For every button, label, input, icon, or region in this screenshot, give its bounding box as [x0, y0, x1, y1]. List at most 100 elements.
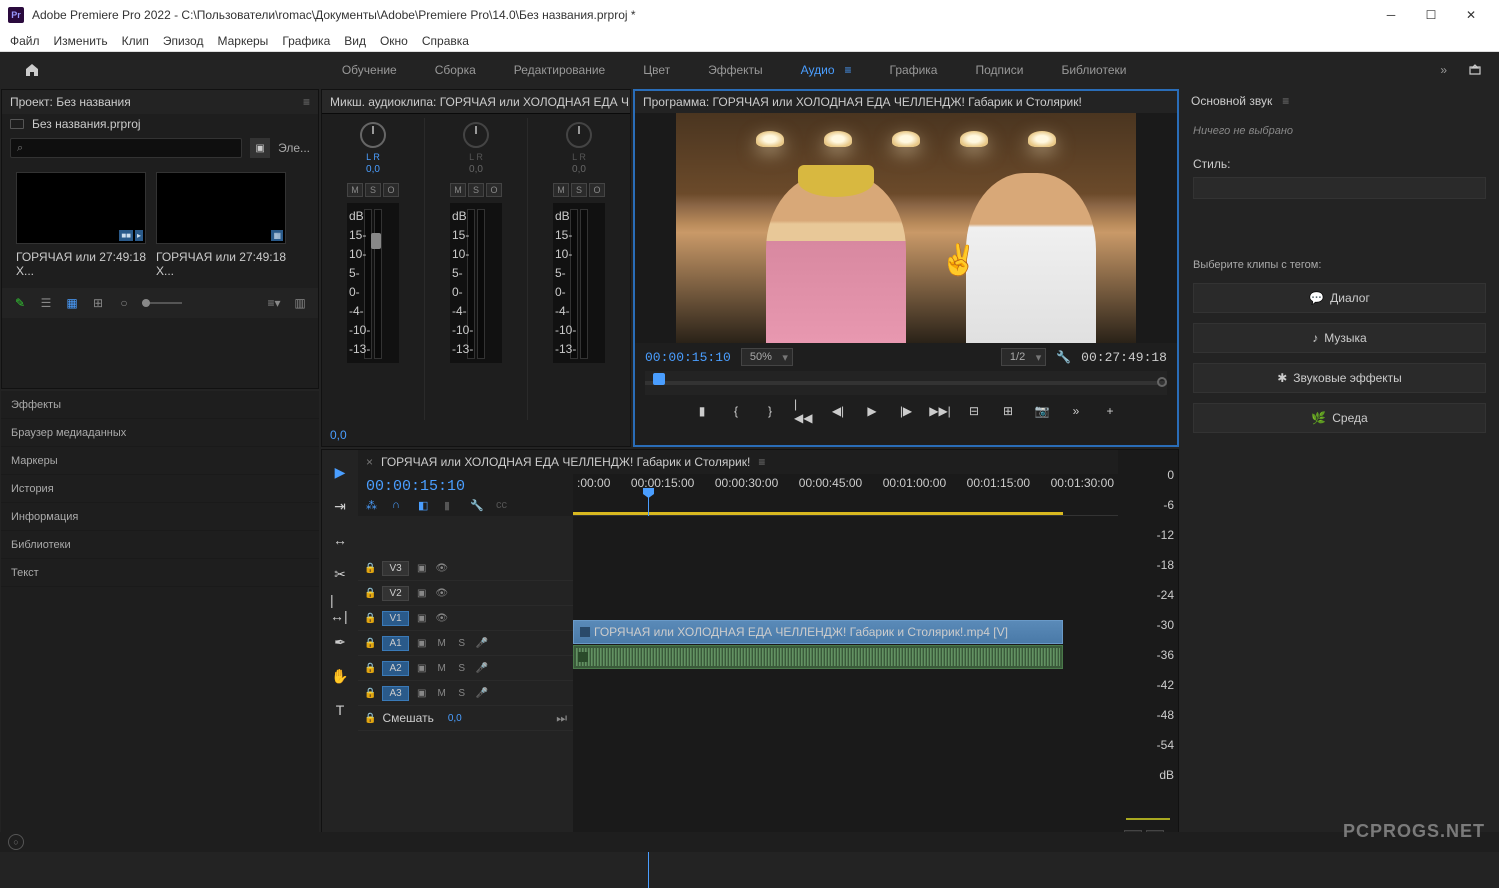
- track-a3[interactable]: 🔒A3▣MS🎤: [358, 681, 573, 706]
- marker-button[interactable]: ▮: [692, 401, 712, 421]
- search-input[interactable]: [10, 138, 242, 158]
- overflow-button[interactable]: »: [1066, 401, 1086, 421]
- video-clip[interactable]: ГОРЯЧАЯ или ХОЛОДНАЯ ЕДА ЧЕЛЛЕНДЖ! Габар…: [573, 620, 1063, 644]
- workspace-assembly[interactable]: Сборка: [435, 63, 476, 77]
- mute-button[interactable]: M: [450, 183, 466, 197]
- record-button[interactable]: O: [383, 183, 399, 197]
- play-button[interactable]: ▶: [862, 401, 882, 421]
- minimize-button[interactable]: ─: [1371, 0, 1411, 30]
- eye-icon[interactable]: 👁: [435, 613, 449, 624]
- extract-button[interactable]: ⊞: [998, 401, 1018, 421]
- track-v3[interactable]: 🔒V3▣👁: [358, 556, 573, 581]
- step-back-button[interactable]: ◀|: [828, 401, 848, 421]
- marker-icon[interactable]: ◧: [418, 499, 434, 515]
- pan-knob[interactable]: [360, 122, 386, 148]
- lock-icon[interactable]: 🔒: [364, 563, 376, 574]
- track-a2[interactable]: 🔒A2▣MS🎤: [358, 656, 573, 681]
- zoom-select[interactable]: 50%: [741, 348, 793, 366]
- timeline-ruler[interactable]: :00:00 00:00:15:00 00:00:30:00 00:00:45:…: [573, 474, 1118, 516]
- mute-icon[interactable]: M: [435, 688, 449, 699]
- volume-fader[interactable]: [371, 233, 381, 249]
- toggle-icon[interactable]: ▣: [415, 688, 429, 699]
- toggle-icon[interactable]: ▣: [415, 638, 429, 649]
- program-scrubber[interactable]: [645, 371, 1167, 395]
- toggle-icon[interactable]: ▣: [415, 563, 429, 574]
- lock-icon[interactable]: 🔒: [364, 588, 376, 599]
- voice-icon[interactable]: 🎤: [475, 688, 489, 699]
- toggle-icon[interactable]: ▣: [415, 663, 429, 674]
- toggle-icon[interactable]: ▣: [415, 613, 429, 624]
- voice-icon[interactable]: 🎤: [475, 663, 489, 674]
- timeline-timecode[interactable]: 00:00:15:10: [366, 478, 565, 495]
- panel-libraries[interactable]: Библиотеки: [1, 531, 319, 559]
- lock-icon[interactable]: 🔒: [364, 638, 376, 649]
- expand-icon[interactable]: ⏭: [556, 711, 567, 726]
- solo-icon[interactable]: S: [455, 638, 469, 649]
- solo-button[interactable]: S: [365, 183, 381, 197]
- mute-icon[interactable]: M: [435, 663, 449, 674]
- workspace-overflow-icon[interactable]: »: [1440, 63, 1447, 77]
- audio-clip[interactable]: [573, 645, 1063, 669]
- track-mix[interactable]: 🔒Смешать0,0⏭: [358, 706, 573, 731]
- sort-menu-icon[interactable]: ≡▾: [266, 295, 282, 311]
- timecode-in[interactable]: 00:00:15:10: [645, 350, 731, 365]
- selection-tool[interactable]: ▶: [330, 462, 350, 482]
- solo-icon[interactable]: S: [455, 688, 469, 699]
- maximize-button[interactable]: ☐: [1411, 0, 1451, 30]
- workspace-audio-menu-icon[interactable]: ≡: [845, 63, 852, 77]
- mute-button[interactable]: M: [553, 183, 569, 197]
- eye-icon[interactable]: 👁: [435, 563, 449, 574]
- program-viewport[interactable]: [635, 113, 1177, 343]
- lock-icon[interactable]: 🔒: [364, 688, 376, 699]
- close-sequence-icon[interactable]: ×: [366, 455, 373, 469]
- panel-menu-icon[interactable]: ≡: [1282, 94, 1289, 108]
- menu-view[interactable]: Вид: [344, 34, 366, 48]
- track-v1[interactable]: 🔒V1▣👁: [358, 606, 573, 631]
- voice-icon[interactable]: 🎤: [475, 638, 489, 649]
- export-frame-button[interactable]: 📷: [1032, 401, 1052, 421]
- track-a1[interactable]: 🔒A1▣MS🎤: [358, 631, 573, 656]
- menu-graphics[interactable]: Графика: [282, 34, 330, 48]
- workspace-effects[interactable]: Эффекты: [708, 63, 763, 77]
- cc-icon[interactable]: cc: [496, 499, 512, 515]
- panel-media-browser[interactable]: Браузер медиаданных: [1, 419, 319, 447]
- track-select-tool[interactable]: ⇥: [330, 496, 350, 516]
- menu-file[interactable]: Файл: [10, 34, 40, 48]
- list-view-icon[interactable]: ☰: [38, 295, 54, 311]
- workspace-color[interactable]: Цвет: [643, 63, 670, 77]
- in-point-button[interactable]: {: [726, 401, 746, 421]
- pen-tool[interactable]: ✒: [330, 632, 350, 652]
- menu-markers[interactable]: Маркеры: [217, 34, 268, 48]
- menu-help[interactable]: Справка: [422, 34, 469, 48]
- goto-in-button[interactable]: |◀◀: [794, 401, 814, 421]
- lift-button[interactable]: ⊟: [964, 401, 984, 421]
- toggle-icon[interactable]: ▣: [415, 588, 429, 599]
- cc-icon[interactable]: ○: [8, 834, 24, 850]
- wrench-icon[interactable]: 🔧: [470, 499, 486, 515]
- resolution-select[interactable]: 1/2: [1001, 348, 1046, 366]
- out-point-button[interactable]: }: [760, 401, 780, 421]
- add-button[interactable]: +: [1100, 401, 1120, 421]
- snap-icon[interactable]: ⁂: [366, 499, 382, 515]
- lock-icon[interactable]: 🔒: [364, 663, 376, 674]
- menu-clip[interactable]: Клип: [122, 34, 149, 48]
- sort-icon[interactable]: ○: [116, 295, 132, 311]
- panel-info[interactable]: Информация: [1, 503, 319, 531]
- auto-sequence-icon[interactable]: ▥: [292, 295, 308, 311]
- workspace-learning[interactable]: Обучение: [342, 63, 397, 77]
- menu-sequence[interactable]: Эпизод: [163, 34, 204, 48]
- step-fwd-button[interactable]: |▶: [896, 401, 916, 421]
- panel-markers[interactable]: Маркеры: [1, 447, 319, 475]
- slip-tool[interactable]: |↔|: [330, 598, 350, 618]
- home-button[interactable]: [16, 54, 48, 86]
- filter-label[interactable]: Эле...: [278, 141, 310, 155]
- workspace-editing[interactable]: Редактирование: [514, 63, 605, 77]
- pan-value[interactable]: 0,0: [469, 164, 483, 175]
- project-item[interactable]: ▦ ГОРЯЧАЯ или Х...27:49:18: [156, 172, 286, 278]
- solo-button[interactable]: S: [571, 183, 587, 197]
- panel-menu-icon[interactable]: ≡: [303, 95, 310, 109]
- ripple-edit-tool[interactable]: ↔: [330, 530, 350, 550]
- goto-out-button[interactable]: ▶▶|: [930, 401, 950, 421]
- record-button[interactable]: O: [486, 183, 502, 197]
- panel-effects[interactable]: Эффекты: [1, 391, 319, 419]
